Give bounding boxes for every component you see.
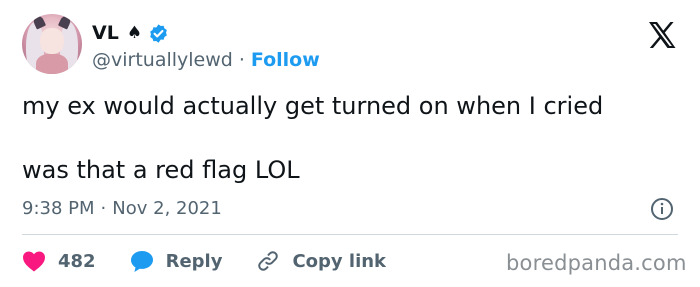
- display-name-row[interactable]: VL ♠: [92, 22, 169, 44]
- heart-icon: [23, 251, 45, 272]
- reply-bubble-icon: [130, 250, 153, 272]
- reply-button[interactable]: Reply: [130, 250, 223, 273]
- copy-link-label: Copy link: [292, 250, 387, 272]
- tweet-time[interactable]: 9:38 PM: [22, 198, 95, 219]
- link-icon: [258, 251, 279, 271]
- timestamp[interactable]: 9:38 PM · Nov 2, 2021: [22, 198, 222, 219]
- tweet-text-line-2: was that a red flag LOL: [22, 156, 300, 184]
- info-icon[interactable]: [650, 197, 674, 221]
- tweet-text-line-1: my ex would actually get turned on when …: [22, 92, 604, 120]
- handle-separator: ·: [238, 49, 245, 71]
- like-count: 482: [58, 250, 96, 272]
- user-handle[interactable]: @virtuallylewd: [92, 49, 233, 71]
- x-logo-icon[interactable]: [648, 22, 676, 48]
- reply-label: Reply: [165, 250, 223, 272]
- tweet-date[interactable]: Nov 2, 2021: [112, 198, 222, 219]
- like-button[interactable]: 482: [22, 250, 96, 272]
- avatar[interactable]: [22, 14, 82, 74]
- avatar-face: [40, 28, 64, 54]
- timestamp-separator: ·: [100, 198, 107, 219]
- divider: [22, 234, 678, 235]
- follow-button[interactable]: Follow: [251, 49, 320, 71]
- watermark: boredpanda.com: [506, 251, 687, 275]
- spade-icon: ♠: [126, 23, 143, 43]
- verified-icon: [150, 23, 167, 43]
- display-name[interactable]: VL: [92, 22, 119, 44]
- action-bar: 482 Reply Copy link: [22, 247, 420, 275]
- copy-link-button[interactable]: Copy link: [256, 249, 386, 273]
- handle-row: @virtuallylewd · Follow: [92, 49, 320, 71]
- avatar-body: [36, 54, 68, 74]
